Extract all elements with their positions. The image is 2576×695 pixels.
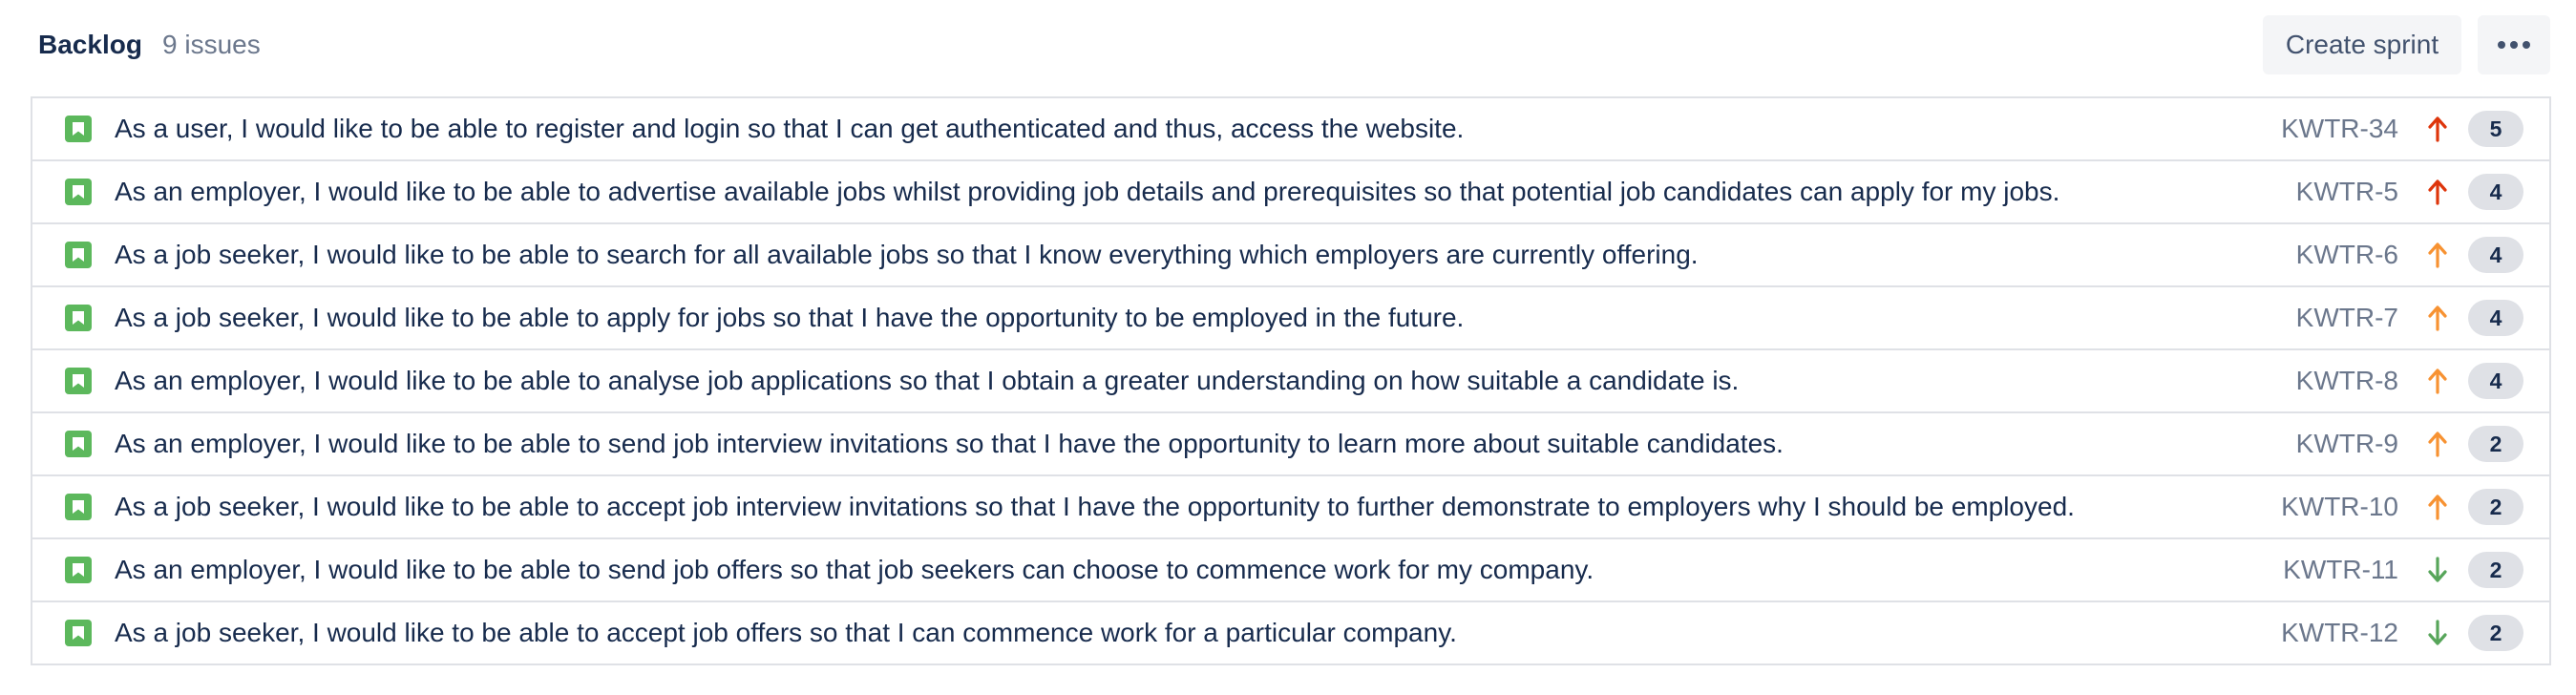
story-points-badge: 4 (2468, 174, 2523, 210)
story-icon (65, 179, 92, 205)
issue-summary: As a job seeker, I would like to be able… (115, 492, 2075, 521)
issue-summary: As a user, I would like to be able to re… (115, 114, 1465, 143)
priority-high-arrow-up-icon (2428, 495, 2447, 520)
more-actions-button[interactable] (2478, 15, 2550, 74)
issue-count: 9 issues (162, 30, 261, 59)
issue-summary: As an employer, I would like to be able … (115, 429, 1784, 458)
issue-key-link[interactable]: KWTR-7 (2296, 302, 2398, 334)
issue-summary: As an employer, I would like to be able … (115, 177, 2060, 206)
issue-summary: As a job seeker, I would like to be able… (115, 618, 1457, 647)
story-icon (65, 368, 92, 394)
story-points-badge: 2 (2468, 426, 2523, 462)
issue-summary: As an employer, I would like to be able … (115, 555, 1594, 584)
story-points-badge: 2 (2468, 489, 2523, 525)
story-icon (65, 620, 92, 646)
issue-key-link[interactable]: KWTR-6 (2296, 239, 2398, 271)
issue-key-link[interactable]: KWTR-9 (2296, 428, 2398, 460)
issue-summary: As a job seeker, I would like to be able… (115, 303, 1465, 332)
story-points-badge: 4 (2468, 300, 2523, 336)
issue-key-link[interactable]: KWTR-11 (2283, 554, 2398, 586)
issue-key-link[interactable]: KWTR-8 (2296, 365, 2398, 397)
issue-key-link[interactable]: KWTR-5 (2296, 176, 2398, 208)
more-horizontal-icon (2498, 41, 2530, 49)
issue-key-link[interactable]: KWTR-34 (2281, 113, 2398, 145)
story-points-badge: 5 (2468, 111, 2523, 147)
issue-row[interactable]: As a user, I would like to be able to re… (32, 98, 2549, 159)
priority-high-arrow-up-icon (2428, 242, 2447, 268)
story-icon (65, 242, 92, 268)
priority-highest-arrow-up-icon (2428, 116, 2447, 142)
backlog-title: Backlog (38, 30, 142, 59)
story-icon (65, 116, 92, 142)
story-points-badge: 4 (2468, 237, 2523, 273)
issue-row[interactable]: As an employer, I would like to be able … (32, 159, 2549, 222)
story-points-badge: 2 (2468, 552, 2523, 588)
issue-row[interactable]: As a job seeker, I would like to be able… (32, 474, 2549, 537)
create-sprint-button[interactable]: Create sprint (2263, 15, 2461, 74)
issue-summary: As an employer, I would like to be able … (115, 366, 1740, 395)
story-points-badge: 2 (2468, 615, 2523, 651)
issue-row[interactable]: As an employer, I would like to be able … (32, 411, 2549, 474)
priority-high-arrow-up-icon (2428, 369, 2447, 394)
issue-summary: As a job seeker, I would like to be able… (115, 240, 1699, 269)
priority-low-arrow-down-icon (2428, 557, 2447, 582)
story-icon (65, 305, 92, 331)
issue-key-link[interactable]: KWTR-10 (2281, 491, 2398, 523)
priority-high-arrow-up-icon (2428, 305, 2447, 331)
issue-row[interactable]: As a job seeker, I would like to be able… (32, 222, 2549, 285)
backlog-issue-list: As a user, I would like to be able to re… (31, 96, 2551, 665)
issue-row[interactable]: As a job seeker, I would like to be able… (32, 285, 2549, 348)
priority-high-arrow-up-icon (2428, 432, 2447, 457)
story-icon (65, 494, 92, 520)
issue-row[interactable]: As a job seeker, I would like to be able… (32, 600, 2549, 663)
story-points-badge: 4 (2468, 363, 2523, 399)
story-icon (65, 431, 92, 457)
priority-low-arrow-down-icon (2428, 620, 2447, 645)
issue-row[interactable]: As an employer, I would like to be able … (32, 348, 2549, 411)
issue-row[interactable]: As an employer, I would like to be able … (32, 537, 2549, 600)
issue-key-link[interactable]: KWTR-12 (2281, 617, 2398, 649)
story-icon (65, 557, 92, 583)
backlog-header: Backlog 9 issues Create sprint (0, 0, 2576, 92)
priority-highest-arrow-up-icon (2428, 179, 2447, 205)
